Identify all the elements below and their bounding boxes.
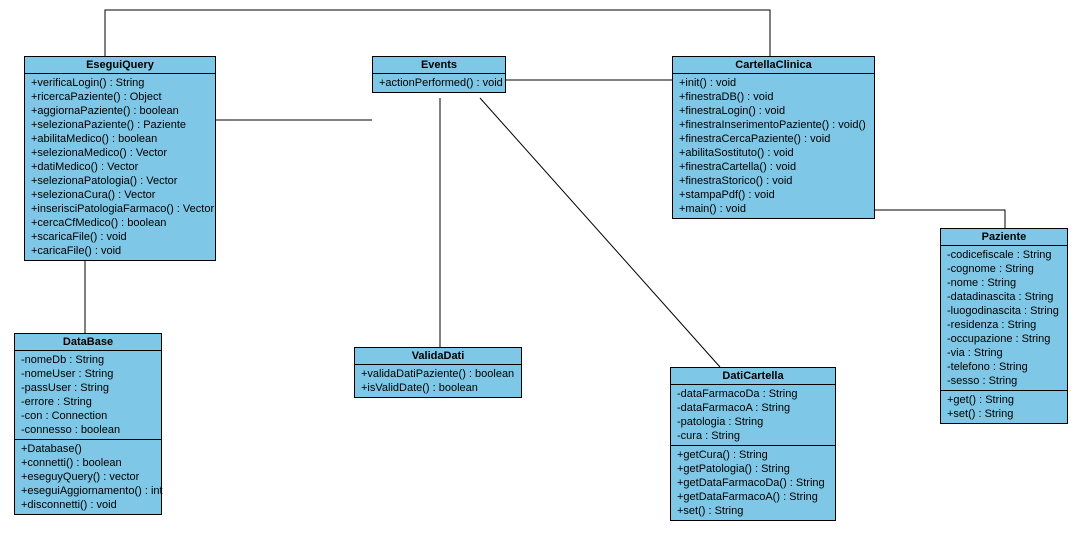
member-row: +init() : void	[679, 76, 868, 90]
member-row: +finestraDB() : void	[679, 90, 868, 104]
member-row: +getDataFarmacoDa() : String	[677, 476, 829, 490]
class-title: EseguiQuery	[25, 57, 215, 74]
member-row: +finestraStorico() : void	[679, 174, 868, 188]
attributes: -nomeDb : String-nomeUser : String-passU…	[15, 351, 161, 440]
member-row: +actionPerformed() : void	[379, 76, 499, 90]
class-dati-cartella[interactable]: DatiCartella -dataFarmacoDa : String-dat…	[670, 367, 836, 521]
class-esegui-query[interactable]: EseguiQuery +verificaLogin() : String+ri…	[24, 56, 216, 261]
member-row: +stampaPdf() : void	[679, 188, 868, 202]
member-row: +isValidDate() : boolean	[361, 381, 515, 395]
member-row: +abilitaMedico() : boolean	[31, 132, 209, 146]
member-row: +selezionaPatologia() : Vector	[31, 174, 209, 188]
member-row: +ricercaPaziente() : Object	[31, 90, 209, 104]
member-row: +scaricaFile() : void	[31, 230, 209, 244]
member-row: -telefono : String	[947, 360, 1061, 374]
class-title: ValidaDati	[355, 348, 521, 365]
class-database[interactable]: DataBase -nomeDb : String-nomeUser : Str…	[14, 333, 162, 515]
member-row: +finestraInserimentoPaziente() : void()	[679, 118, 868, 132]
member-row: +eseguyQuery() : vector	[21, 470, 155, 484]
member-row: +getPatologia() : String	[677, 462, 829, 476]
member-row: +main() : void	[679, 202, 868, 216]
class-title: CartellaClinica	[673, 57, 874, 74]
class-cartella-clinica[interactable]: CartellaClinica +init() : void+finestraD…	[672, 56, 875, 219]
member-row: +datiMedico() : Vector	[31, 160, 209, 174]
member-row: +selezionaPaziente() : Paziente	[31, 118, 209, 132]
member-row: +aggiornaPaziente() : boolean	[31, 104, 209, 118]
class-valida-dati[interactable]: ValidaDati +validaDatiPaziente() : boole…	[354, 347, 522, 398]
member-row: -nomeUser : String	[21, 367, 155, 381]
class-title: DatiCartella	[671, 368, 835, 385]
member-row: -errore : String	[21, 395, 155, 409]
member-row: +set() : String	[677, 504, 829, 518]
member-row: +validaDatiPaziente() : boolean	[361, 367, 515, 381]
member-row: -cognome : String	[947, 262, 1061, 276]
member-row: +finestraLogin() : void	[679, 104, 868, 118]
member-row: -luogodinascita : String	[947, 304, 1061, 318]
member-row: +get() : String	[947, 393, 1061, 407]
operations: +verificaLogin() : String+ricercaPazient…	[25, 74, 215, 260]
member-row: -patologia : String	[677, 415, 829, 429]
member-row: +verificaLogin() : String	[31, 76, 209, 90]
attributes: -codicefiscale : String-cognome : String…	[941, 246, 1067, 391]
member-row: -nome : String	[947, 276, 1061, 290]
member-row: -sesso : String	[947, 374, 1061, 388]
class-paziente[interactable]: Paziente -codicefiscale : String-cognome…	[940, 228, 1068, 424]
member-row: -nomeDb : String	[21, 353, 155, 367]
member-row: +abilitaSostituto() : void	[679, 146, 868, 160]
class-events[interactable]: Events +actionPerformed() : void	[372, 56, 506, 93]
member-row: +set() : String	[947, 407, 1061, 421]
operations: +Database()+connetti() : boolean+eseguyQ…	[15, 440, 161, 514]
class-title: Events	[373, 57, 505, 74]
member-row: +connetti() : boolean	[21, 456, 155, 470]
member-row: +Database()	[21, 442, 155, 456]
member-row: -datadinascita : String	[947, 290, 1061, 304]
member-row: -codicefiscale : String	[947, 248, 1061, 262]
member-row: -dataFarmacoDa : String	[677, 387, 829, 401]
operations: +actionPerformed() : void	[373, 74, 505, 92]
member-row: +disconnetti() : void	[21, 498, 155, 512]
member-row: +getDataFarmacoA() : String	[677, 490, 829, 504]
member-row: +finestraCartella() : void	[679, 160, 868, 174]
operations: +getCura() : String+getPatologia() : Str…	[671, 446, 835, 520]
attributes: -dataFarmacoDa : String-dataFarmacoA : S…	[671, 385, 835, 446]
member-row: +eseguiAggiornamento() : int	[21, 484, 155, 498]
member-row: -residenza : String	[947, 318, 1061, 332]
member-row: -dataFarmacoA : String	[677, 401, 829, 415]
member-row: +selezionaMedico() : Vector	[31, 146, 209, 160]
operations: +get() : String+set() : String	[941, 391, 1067, 423]
member-row: -via : String	[947, 346, 1061, 360]
member-row: -cura : String	[677, 429, 829, 443]
member-row: -connesso : boolean	[21, 423, 155, 437]
member-row: -passUser : String	[21, 381, 155, 395]
member-row: +cercaCfMedico() : boolean	[31, 216, 209, 230]
member-row: -con : Connection	[21, 409, 155, 423]
class-title: DataBase	[15, 334, 161, 351]
operations: +validaDatiPaziente() : boolean+isValidD…	[355, 365, 521, 397]
uml-canvas: EseguiQuery +verificaLogin() : String+ri…	[0, 0, 1076, 536]
member-row: +inserisciPatologiaFarmaco() : Vector	[31, 202, 209, 216]
member-row: -occupazione : String	[947, 332, 1061, 346]
member-row: +caricaFile() : void	[31, 244, 209, 258]
class-title: Paziente	[941, 229, 1067, 246]
operations: +init() : void+finestraDB() : void+fines…	[673, 74, 874, 218]
member-row: +finestraCercaPaziente() : void	[679, 132, 868, 146]
member-row: +getCura() : String	[677, 448, 829, 462]
member-row: +selezionaCura() : Vector	[31, 188, 209, 202]
